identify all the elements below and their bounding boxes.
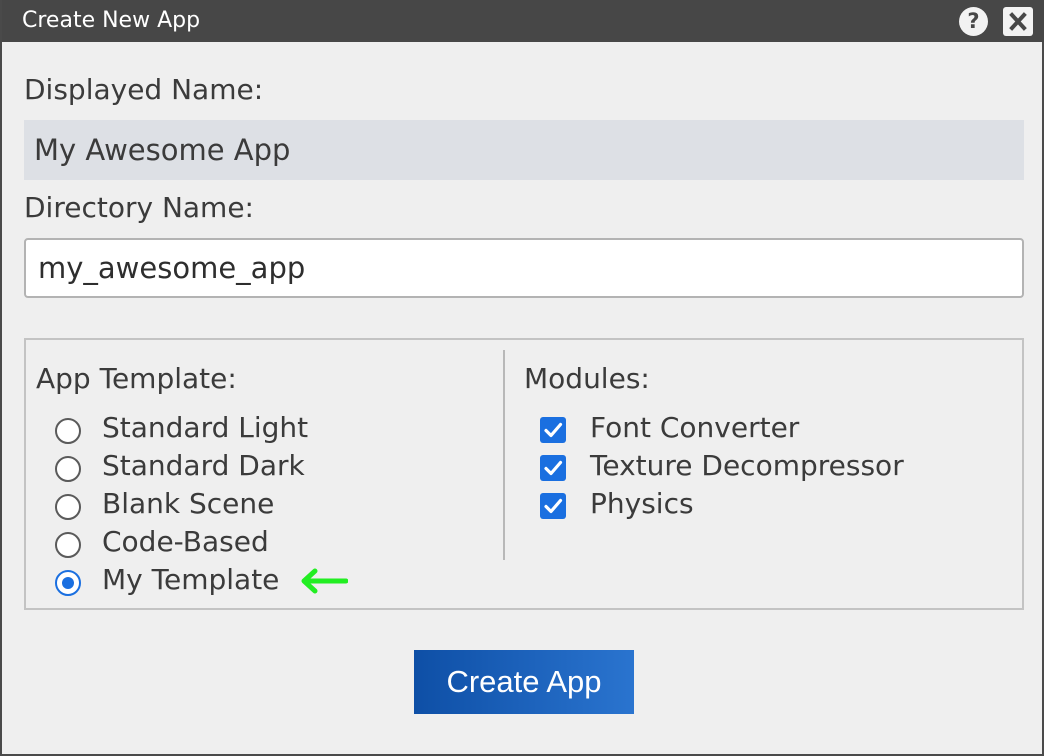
checkbox-checked[interactable]	[540, 417, 566, 443]
checkmark-icon	[544, 460, 563, 476]
template-option-code-based[interactable]: Code-Based	[55, 525, 345, 564]
title-bar[interactable]: Create New App ?	[2, 0, 1044, 42]
displayed-name-label: Displayed Name:	[24, 73, 264, 106]
close-button[interactable]	[1003, 7, 1033, 36]
checkbox-checked[interactable]	[540, 455, 566, 481]
close-icon	[1009, 12, 1027, 31]
help-icon: ?	[967, 9, 980, 33]
template-option-standard-light[interactable]: Standard Light	[55, 411, 345, 450]
template-option-my-template[interactable]: My Template	[55, 563, 295, 602]
arrow-left-icon	[301, 568, 348, 594]
module-font-converter[interactable]: Font Converter	[540, 411, 960, 450]
radio-button[interactable]	[55, 456, 81, 482]
template-option-label: Standard Dark	[102, 449, 305, 482]
app-template-label: App Template:	[36, 362, 237, 395]
directory-name-input[interactable]	[24, 238, 1024, 298]
directory-name-label: Directory Name:	[24, 191, 254, 224]
module-physics[interactable]: Physics	[540, 487, 960, 526]
template-option-standard-dark[interactable]: Standard Dark	[55, 449, 345, 488]
panel-divider	[503, 350, 505, 560]
template-option-label: My Template	[102, 563, 280, 596]
template-option-blank-scene[interactable]: Blank Scene	[55, 487, 345, 526]
modules-label: Modules:	[524, 362, 650, 395]
template-option-label: Standard Light	[102, 411, 309, 444]
template-option-label: Blank Scene	[102, 487, 275, 520]
checkbox-checked[interactable]	[540, 493, 566, 519]
template-option-label: Code-Based	[102, 525, 269, 558]
module-label: Font Converter	[590, 411, 800, 444]
help-button[interactable]: ?	[959, 7, 988, 36]
create-app-dialog: Create New App ? Displayed Name: Directo…	[0, 0, 1044, 756]
window-title: Create New App	[22, 8, 201, 33]
checkmark-icon	[544, 498, 563, 514]
module-label: Physics	[590, 487, 694, 520]
module-label: Texture Decompressor	[590, 449, 904, 482]
module-texture-decompressor[interactable]: Texture Decompressor	[540, 449, 960, 488]
create-app-button[interactable]: Create App	[414, 650, 634, 714]
checkmark-icon	[544, 422, 563, 438]
radio-button[interactable]	[55, 532, 81, 558]
radio-button[interactable]	[55, 418, 81, 444]
radio-button[interactable]	[55, 494, 81, 520]
radio-button-selected[interactable]	[55, 570, 81, 596]
displayed-name-input[interactable]	[24, 120, 1024, 180]
